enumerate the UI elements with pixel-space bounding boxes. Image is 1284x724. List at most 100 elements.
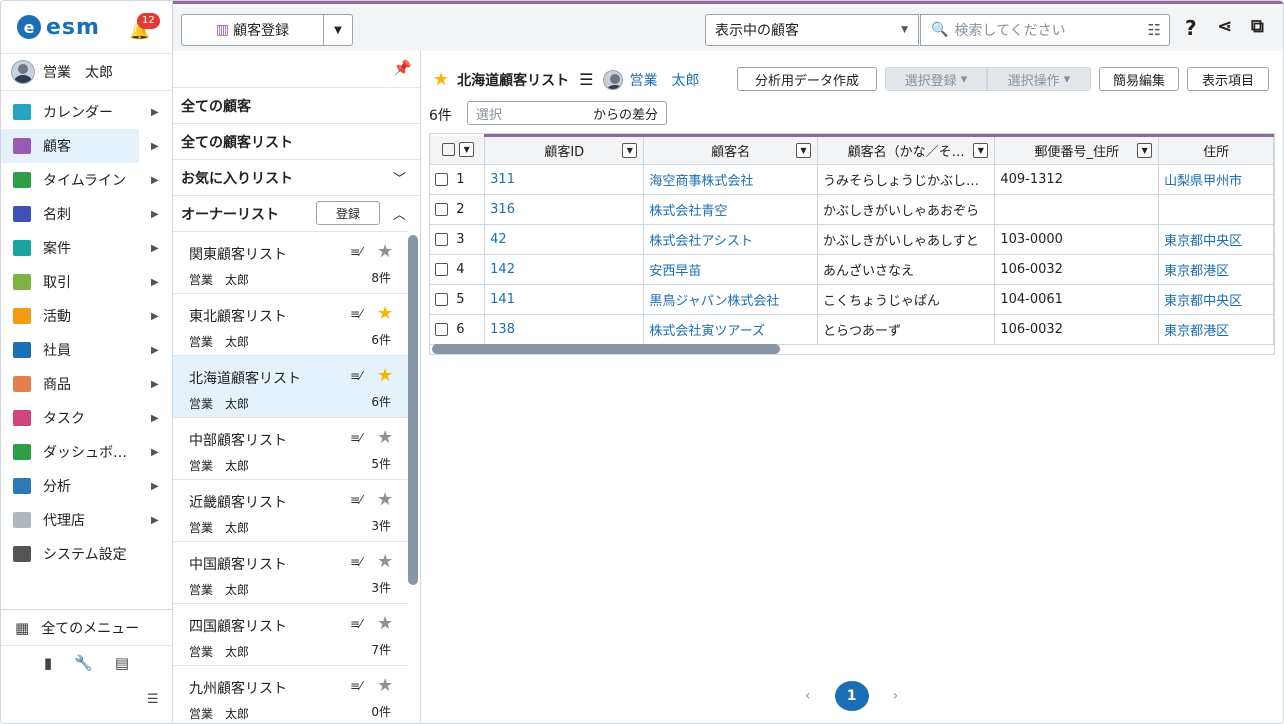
favorites-section[interactable]: お気に入りリスト ﹀ (173, 159, 420, 195)
sidebar-item-doc[interactable]: 代理店 ▶ (1, 503, 172, 537)
edit-icon[interactable]: ≡⁄ (350, 555, 362, 569)
sidebar-item-task[interactable]: タスク ▶ (1, 401, 172, 435)
next-page-button[interactable]: › (893, 688, 899, 704)
address-cell[interactable]: 東京都中央区 (1158, 284, 1274, 315)
row-checkbox[interactable] (435, 173, 448, 186)
owner-lists-section[interactable]: オーナーリスト 登録 ︿ (173, 195, 420, 231)
sidebar-item-box[interactable]: 商品 ▶ (1, 367, 172, 401)
list-item[interactable]: 四国顧客リスト 営業 太郎 ≡⁄ ★ 7件 (173, 603, 409, 665)
row-checkbox[interactable] (435, 323, 448, 336)
register-dropdown-toggle[interactable]: ▼ (324, 15, 352, 45)
register-list-button[interactable]: 登録 (316, 201, 380, 225)
star-icon[interactable]: ★ (377, 365, 393, 386)
sidebar-item-dashboard[interactable]: ダッシュボ… ▶ (1, 435, 172, 469)
customer-id-cell[interactable]: 141 (484, 284, 645, 315)
menu-icon[interactable]: ☰ (579, 70, 593, 89)
row-checkbox[interactable] (435, 263, 448, 276)
select-ops-button[interactable]: 選択操作 ▾ (987, 67, 1091, 91)
row-checkbox[interactable] (435, 233, 448, 246)
customer-id-cell[interactable]: 311 (484, 164, 645, 195)
all-menu-button[interactable]: ▦ 全てのメニュー (1, 610, 172, 646)
quick-edit-button[interactable]: 簡易編集 (1099, 67, 1179, 91)
column-header[interactable]: 顧客名（かな／そ… ▼ (817, 134, 996, 165)
search-input[interactable]: 🔍 検索してください ☷ (920, 14, 1170, 46)
list-item[interactable]: 北海道顧客リスト 営業 太郎 ≡⁄ ★ 6件 (173, 355, 409, 417)
column-header[interactable]: 住所 (1158, 134, 1274, 165)
customer-id-cell[interactable]: 42 (484, 224, 645, 255)
sidebar-item-clipboard[interactable]: 活動 ▶ (1, 299, 172, 333)
diff-select[interactable]: 選択 からの差分 (467, 101, 667, 125)
address-cell[interactable]: 東京都港区 (1158, 314, 1274, 345)
sidebar-item-building[interactable]: 顧客 ▶ (1, 129, 159, 163)
edit-icon[interactable]: ≡⁄ (350, 617, 362, 631)
customer-id-cell[interactable]: 138 (484, 314, 645, 345)
table-row[interactable]: 3 42 株式会社アシスト かぶしきがいしゃあしすと 103-0000 東京都中央区 (430, 224, 1274, 255)
manual-icon[interactable]: ▮ (44, 654, 52, 672)
list-item[interactable]: 九州顧客リスト 営業 太郎 ≡⁄ ★ 0件 (173, 665, 409, 723)
share-icon[interactable]: ⋖ (1217, 16, 1232, 37)
address-cell[interactable]: 東京都中央区 (1158, 224, 1274, 255)
star-icon[interactable]: ★ (377, 675, 393, 696)
star-icon[interactable]: ★ (377, 613, 393, 634)
table-row[interactable]: 6 138 株式会社寅ツアーズ とらつあーず 106-0032 東京都港区 (430, 314, 1274, 345)
address-cell[interactable]: 山梨県甲州市 (1158, 164, 1274, 195)
edit-icon[interactable]: ≡⁄ (350, 493, 362, 507)
customer-name-cell[interactable]: 株式会社青空 (643, 194, 818, 225)
sidebar-item-calendar[interactable]: カレンダー ▶ (1, 95, 172, 129)
customer-id-cell[interactable]: 316 (484, 194, 645, 225)
star-icon[interactable]: ★ (377, 489, 393, 510)
chevron-down-icon[interactable]: ▼ (622, 143, 638, 158)
sidebar-item-gear[interactable]: システム設定 (1, 537, 172, 571)
customer-name-cell[interactable]: 株式会社寅ツアーズ (643, 314, 818, 345)
star-icon[interactable]: ★ (377, 303, 393, 324)
customer-name-cell[interactable]: 黒鳥ジャパン株式会社 (643, 284, 818, 315)
list-item[interactable]: 中部顧客リスト 営業 太郎 ≡⁄ ★ 5件 (173, 417, 409, 479)
analysis-data-button[interactable]: 分析用データ作成 (737, 67, 877, 91)
table-row[interactable]: 1 311 海空商事株式会社 うみそらしょうじかぶし… 409-1312 山梨県甲州市 (430, 164, 1274, 195)
columns-button[interactable]: 表示項目 (1187, 67, 1269, 91)
address-cell[interactable]: 東京都港区 (1158, 254, 1274, 285)
sidebar-item-card[interactable]: 名刺 ▶ (1, 197, 172, 231)
address-cell[interactable] (1158, 194, 1274, 225)
wrench-icon[interactable]: 🔧 (74, 654, 93, 672)
chevron-down-icon[interactable]: ▼ (973, 143, 989, 158)
prev-page-button[interactable]: ‹ (805, 688, 811, 704)
list-item[interactable]: 関東顧客リスト 営業 太郎 ≡⁄ ★ 8件 (173, 231, 409, 293)
star-icon[interactable]: ★ (377, 241, 393, 262)
sidebar-item-person[interactable]: 社員 ▶ (1, 333, 172, 367)
row-checkbox[interactable] (435, 203, 448, 216)
table-scrollbar[interactable] (432, 344, 780, 354)
customer-name-cell[interactable]: 安西早苗 (643, 254, 818, 285)
help-icon[interactable]: ? (1185, 16, 1197, 40)
row-checkbox[interactable] (435, 293, 448, 306)
external-link-icon[interactable]: ⧉ (1251, 16, 1264, 37)
all-lists-link[interactable]: 全ての顧客リスト (173, 123, 420, 159)
sidebar-item-deal[interactable]: 取引 ▶ (1, 265, 172, 299)
user-profile[interactable]: 営業 太郎 (1, 53, 172, 91)
register-main[interactable]: ▥ 顧客登録 (182, 15, 324, 45)
logo[interactable]: e esm 🔔 12 (1, 1, 172, 53)
table-row[interactable]: 2 316 株式会社青空 かぶしきがいしゃあおぞら (430, 194, 1274, 225)
column-header[interactable]: 顧客ID ▼ (484, 134, 645, 165)
customer-id-cell[interactable]: 142 (484, 254, 645, 285)
chevron-down-icon[interactable]: ▼ (1137, 143, 1153, 158)
list-owner[interactable]: 営業 太郎 (629, 70, 699, 90)
list-item[interactable]: 中国顧客リスト 営業 太郎 ≡⁄ ★ 3件 (173, 541, 409, 603)
register-customer-button[interactable]: ▥ 顧客登録 ▼ (181, 14, 353, 46)
all-customers-link[interactable]: 全ての顧客 (173, 87, 420, 123)
edit-icon[interactable]: ≡⁄ (350, 307, 362, 321)
select-all-checkbox[interactable] (441, 143, 455, 157)
edit-icon[interactable]: ≡⁄ (350, 245, 362, 259)
list-scrollbar[interactable] (408, 235, 418, 585)
chevron-down-icon[interactable]: ▼ (459, 141, 475, 157)
chevron-down-icon[interactable]: ▼ (795, 143, 811, 158)
scope-select[interactable]: 表示中の顧客 ▼ (705, 14, 919, 46)
star-icon[interactable]: ★ (377, 427, 393, 448)
list-item[interactable]: 近畿顧客リスト 営業 太郎 ≡⁄ ★ 3件 (173, 479, 409, 541)
edit-icon[interactable]: ≡⁄ (350, 431, 362, 445)
filter-settings-icon[interactable]: ☷ (1148, 21, 1161, 39)
pin-icon[interactable]: 📌 (393, 59, 412, 77)
collapse-sidebar-icon[interactable]: ☰ (147, 692, 159, 707)
sidebar-item-chart[interactable]: 分析 ▶ (1, 469, 172, 503)
edit-icon[interactable]: ≡⁄ (350, 369, 362, 383)
